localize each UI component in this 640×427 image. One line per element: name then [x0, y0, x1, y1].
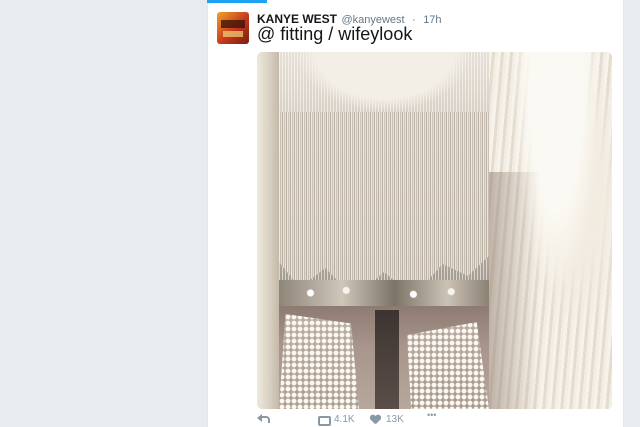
photo-pearls-left: [279, 314, 359, 409]
photo-leg-gap: [375, 310, 399, 409]
photo-jewel-band: [279, 280, 489, 306]
tweet-photo[interactable]: [257, 52, 612, 409]
tweet-actions: 4.1K 13K: [257, 410, 457, 427]
retweet-icon: [317, 415, 331, 426]
reply-button[interactable]: [257, 414, 270, 424]
photo-fur-left: [257, 52, 279, 409]
more-icon: [427, 410, 441, 424]
more-button[interactable]: [427, 410, 441, 424]
reply-icon: [257, 414, 270, 424]
heart-icon: [370, 415, 381, 425]
avatar-art-highlight: [223, 31, 243, 37]
right-page-margin: [624, 0, 640, 427]
photo-neckline: [297, 52, 472, 112]
left-page-margin: [0, 0, 207, 427]
header-separator: ·: [412, 14, 416, 26]
retweet-button[interactable]: 4.1K: [317, 414, 355, 426]
avatar[interactable]: [217, 12, 249, 44]
photo-fur-shadow: [489, 172, 539, 409]
avatar-art: [221, 20, 245, 28]
tweet-text: @ fitting / wifeylook: [257, 24, 413, 44]
like-count: 13K: [386, 414, 404, 425]
retweet-count: 4.1K: [334, 414, 355, 425]
photo-pearls-right: [407, 322, 489, 409]
like-button[interactable]: 13K: [370, 414, 404, 425]
timeline-top-accent: [207, 0, 267, 3]
tweet-timestamp[interactable]: 17h: [423, 14, 441, 26]
